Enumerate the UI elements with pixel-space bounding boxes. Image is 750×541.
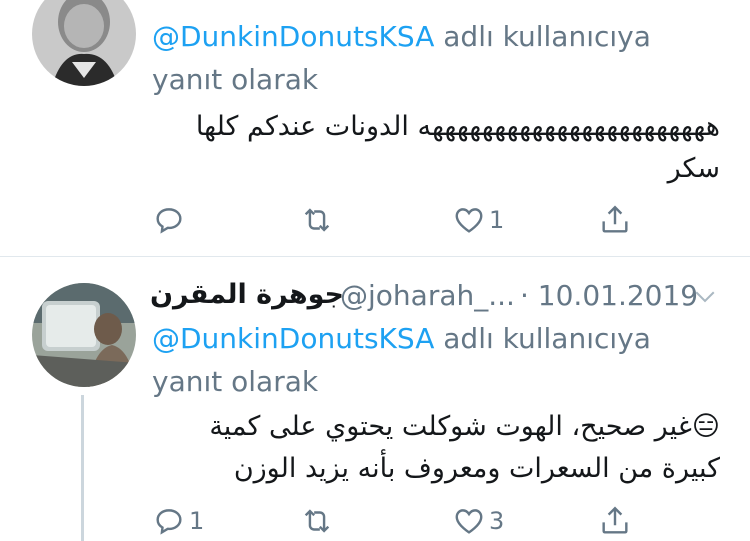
- share-button[interactable]: [598, 200, 632, 240]
- retweet-icon: [304, 509, 330, 533]
- tweet-header: جوهرة المقرن @joharah_... · 10.01.2019: [150, 275, 720, 319]
- user-handle[interactable]: @joharah_...: [340, 279, 515, 312]
- reply-icon: [156, 509, 182, 535]
- share-icon: [602, 506, 628, 534]
- share-button[interactable]: [598, 501, 632, 541]
- tweet-text: هههههههههههههههههههههههه الدونات عندكم ك…: [195, 111, 720, 184]
- reply-context: @DunkinDonutsKSA adlı kullanıcıya yanıt …: [152, 15, 714, 101]
- tweet-text: 😑غير صحيح، الهوت شوكلت يحتوي على كمية كب…: [209, 411, 720, 484]
- display-name[interactable]: جوهرة المقرن: [150, 279, 344, 310]
- heart-icon: [455, 509, 483, 534]
- like-button[interactable]: 1: [452, 200, 504, 240]
- reply-button[interactable]: [152, 200, 189, 240]
- reply-context: @DunkinDonutsKSA adlı kullanıcıya yanıt …: [152, 317, 714, 403]
- mention-link[interactable]: @DunkinDonutsKSA: [152, 20, 434, 53]
- reply-count: 1: [189, 507, 205, 535]
- tweet-2[interactable]: جوهرة المقرن @joharah_... · 10.01.2019 @…: [0, 257, 750, 541]
- like-count: 3: [489, 507, 505, 535]
- reply-icon: [156, 208, 182, 234]
- like-count: 1: [489, 206, 505, 234]
- reply-button[interactable]: 1: [152, 501, 204, 541]
- tweet-actions: 1: [152, 200, 652, 240]
- avatar[interactable]: [32, 0, 136, 86]
- retweet-button[interactable]: [300, 501, 337, 541]
- thread-line: [81, 395, 84, 541]
- tweet-1[interactable]: @DunkinDonutsKSA adlı kullanıcıya yanıt …: [0, 0, 750, 256]
- like-button[interactable]: 3: [452, 501, 504, 541]
- retweet-button[interactable]: [300, 200, 337, 240]
- avatar[interactable]: [32, 283, 136, 387]
- chevron-down-icon[interactable]: [690, 281, 720, 311]
- tweet-date[interactable]: · 10.01.2019: [520, 279, 698, 312]
- mention-link[interactable]: @DunkinDonutsKSA: [152, 322, 434, 355]
- share-icon: [602, 205, 628, 233]
- tweet-actions: 1 3: [152, 501, 652, 541]
- retweet-icon: [304, 208, 330, 232]
- heart-icon: [455, 208, 483, 233]
